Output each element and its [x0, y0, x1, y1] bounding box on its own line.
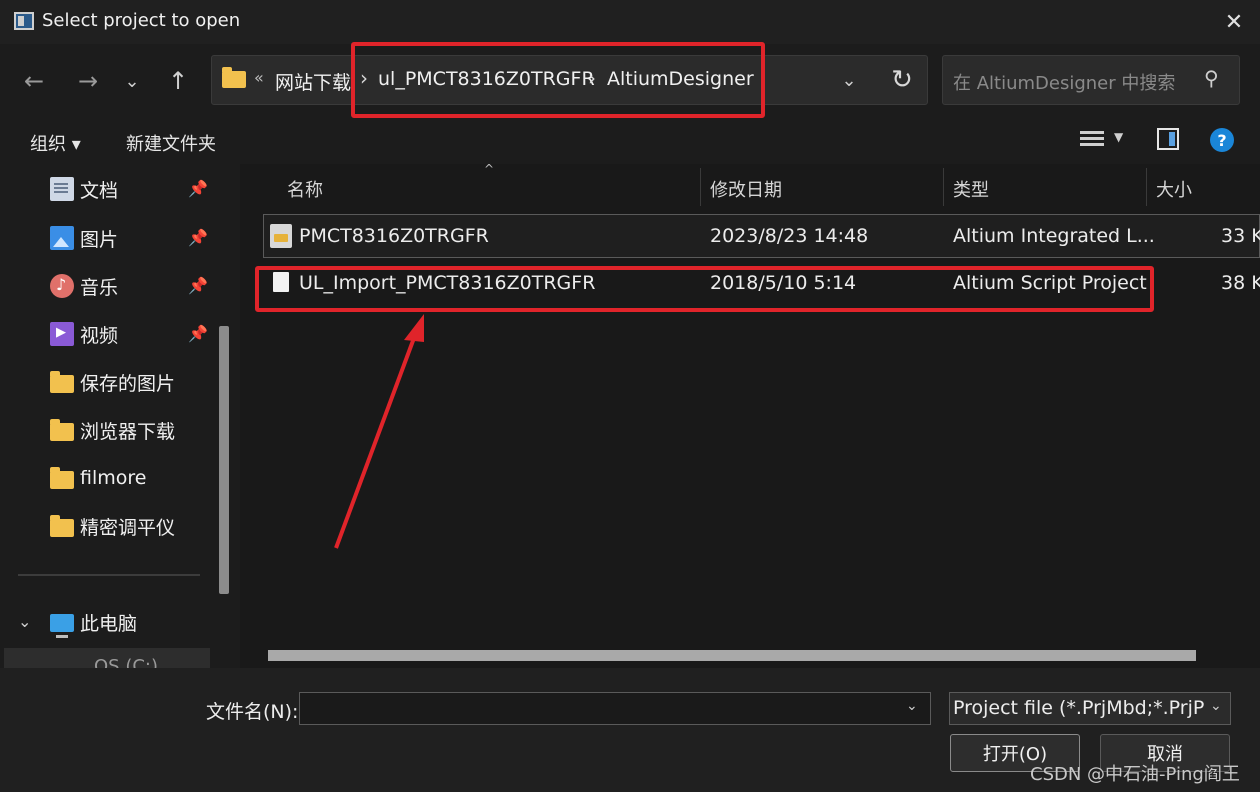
pin-icon: 📌 [188, 324, 208, 343]
organize-button[interactable]: 组织 ▾ [30, 130, 81, 156]
column-header-type[interactable]: 类型 [953, 176, 989, 202]
window-title: Select project to open [42, 10, 241, 31]
sidebar-scrollbar[interactable] [219, 326, 229, 594]
breadcrumb-item[interactable]: 网站下载 [275, 68, 351, 95]
sidebar-item-label: 浏览器下载 [80, 420, 176, 443]
sidebar-item-label: 图片 [80, 228, 119, 251]
column-divider[interactable] [1146, 168, 1147, 206]
column-divider[interactable] [700, 168, 701, 206]
column-divider[interactable] [943, 168, 944, 206]
breadcrumb-overflow-icon[interactable]: « [254, 68, 264, 87]
chevron-down-icon[interactable]: ⌄ [1210, 698, 1222, 714]
folder-icon [50, 419, 74, 441]
column-header-date[interactable]: 修改日期 [710, 176, 782, 202]
sidebar-divider [18, 574, 200, 576]
pictures-icon [50, 226, 74, 250]
sidebar-item-label: filmore [80, 467, 147, 489]
forward-arrow-icon[interactable]: → [70, 62, 106, 100]
sidebar-item-browser-downloads[interactable]: 浏览器下载 [50, 411, 175, 449]
folder-icon [50, 467, 74, 489]
pin-icon: 📌 [188, 276, 208, 295]
sidebar-item-videos[interactable]: 视频 [50, 315, 118, 353]
refresh-icon[interactable]: ↻ [884, 62, 920, 98]
horizontal-scrollbar[interactable] [268, 650, 1196, 661]
video-icon [50, 322, 74, 346]
chevron-down-icon[interactable]: ⌄ [18, 612, 31, 631]
column-header-name[interactable]: 名称 [287, 176, 323, 202]
view-options-icon[interactable] [1080, 128, 1104, 150]
file-type-value[interactable]: Project file (*.PrjMbd;*.PrjPcb [953, 697, 1205, 719]
sidebar-item-music[interactable]: 音乐 [50, 267, 118, 305]
back-arrow-icon[interactable]: ← [16, 62, 52, 100]
preview-pane-icon[interactable] [1157, 128, 1179, 150]
sidebar-item-label: 精密调平仪 [80, 516, 176, 539]
annotation-box-file [255, 266, 1154, 312]
sidebar-item-label: 此电脑 [80, 612, 138, 635]
document-icon [50, 177, 74, 201]
search-placeholder[interactable]: 在 AltiumDesigner 中搜索 [953, 69, 1175, 95]
file-date: 2023/8/23 14:48 [710, 225, 869, 247]
new-folder-button[interactable]: 新建文件夹 [126, 130, 216, 156]
sidebar-item-label: 文档 [80, 179, 119, 202]
sidebar-item-pictures[interactable]: 图片 [50, 219, 118, 257]
filename-label: 文件名(N): [206, 701, 299, 723]
sidebar-item-this-pc[interactable]: 此电脑 [50, 603, 137, 641]
pin-icon: 📌 [188, 228, 208, 247]
sidebar-item-label: 保存的图片 [80, 372, 176, 395]
help-icon[interactable]: ? [1210, 128, 1234, 152]
view-dropdown-icon[interactable]: ▼ [1114, 130, 1123, 144]
annotation-box-path [351, 42, 765, 118]
up-arrow-icon[interactable]: ↑ [160, 62, 196, 100]
filename-input[interactable] [299, 692, 931, 725]
music-icon [50, 274, 74, 298]
sidebar-item-label: 视频 [80, 324, 119, 347]
integrated-library-file-icon [270, 224, 292, 248]
sidebar-item-documents[interactable]: 文档 [50, 170, 118, 208]
recent-locations-chevron-icon[interactable]: ⌄ [114, 62, 150, 100]
search-icon[interactable]: ⚲ [1204, 66, 1219, 90]
computer-icon [50, 614, 74, 638]
sidebar-item-label: 音乐 [80, 276, 119, 299]
file-name[interactable]: PMCT8316Z0TRGFR [299, 225, 489, 247]
column-header-size[interactable]: 大小 [1156, 176, 1192, 202]
app-icon [14, 12, 34, 30]
close-button[interactable]: ✕ [1214, 2, 1254, 42]
folder-icon [50, 371, 74, 393]
address-dropdown-icon[interactable]: ⌄ [836, 64, 862, 96]
sidebar-item-leveling[interactable]: 精密调平仪 [50, 507, 175, 545]
sort-ascending-icon: ^ [484, 162, 495, 176]
folder-icon [222, 67, 246, 88]
sidebar-item-saved-pictures[interactable]: 保存的图片 [50, 363, 175, 401]
file-size: 33 K [1221, 225, 1260, 247]
file-size: 38 K [1221, 272, 1260, 294]
watermark: CSDN @中石油-Ping阎王 [1030, 764, 1240, 785]
chevron-down-icon[interactable]: ⌄ [906, 698, 918, 714]
sidebar-item-filmore[interactable]: filmore [50, 459, 146, 497]
pin-icon: 📌 [188, 179, 208, 198]
folder-icon [50, 515, 74, 537]
file-type: Altium Integrated L... [953, 225, 1155, 247]
